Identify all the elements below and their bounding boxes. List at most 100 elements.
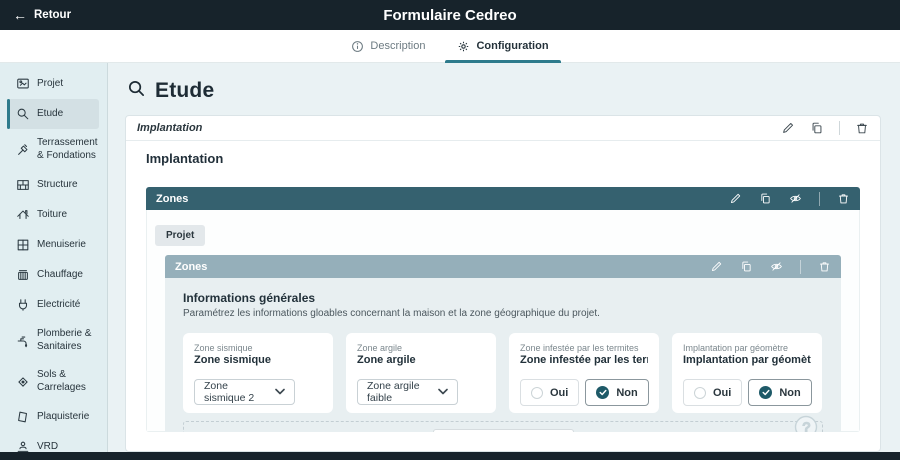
oui-button[interactable]: Oui — [520, 379, 579, 406]
non-button[interactable]: Non — [585, 379, 648, 406]
radio-unselected-icon — [531, 387, 543, 399]
sidebar-item-label: Structure — [37, 179, 78, 192]
zones-outer-card: Zones Projet — [146, 187, 860, 432]
tab-configuration-label: Configuration — [476, 40, 548, 52]
copy-icon[interactable] — [759, 192, 772, 205]
zones-inner-header: Zones — [165, 255, 841, 278]
projet-chip: Projet — [155, 225, 205, 246]
radio-unselected-icon — [694, 387, 706, 399]
edit-icon[interactable] — [781, 121, 795, 135]
zones-outer-body: Projet Zones — [146, 210, 860, 432]
tab-description[interactable]: Description — [335, 30, 441, 62]
sidebar-item-projet[interactable]: Projet — [8, 69, 99, 99]
copy-icon[interactable] — [810, 121, 824, 135]
back-button[interactable]: ← Retour — [13, 8, 71, 22]
plug-icon — [16, 298, 30, 312]
sidebar-item-label: Plaquisterie — [37, 411, 89, 424]
question-label: Zone infestée par les termites — [520, 343, 648, 353]
divider — [819, 192, 820, 206]
zone-sismique-select[interactable]: Zone sismique 2 — [194, 379, 295, 405]
trash-icon[interactable] — [818, 260, 831, 273]
sidebar-item-plaquisterie[interactable]: Plaquisterie — [8, 402, 99, 432]
edit-icon[interactable] — [710, 260, 723, 273]
question-label: Zone sismique — [194, 343, 322, 353]
tab-bar: Description Configuration — [0, 30, 900, 63]
sidebar-item-menuiserie[interactable]: Menuiserie — [8, 230, 99, 260]
sidebar-item-label: Plomberie & Sanitaires — [37, 328, 95, 353]
bottom-bar — [0, 452, 900, 460]
section-title: Etude — [155, 79, 214, 103]
tab-description-label: Description — [370, 40, 425, 52]
option-label: Oui — [550, 387, 568, 399]
select-value: Zone sismique 2 — [204, 380, 269, 404]
main-content: Etude Implantation Implantation Zones — [108, 63, 900, 452]
sidebar-item-label: Projet — [37, 78, 63, 91]
sidebar-item-plomberie[interactable]: Plomberie & Sanitaires — [8, 320, 99, 361]
option-label: Oui — [713, 387, 731, 399]
question-title: Implantation par géomètre — [683, 354, 811, 366]
option-label: Non — [779, 387, 800, 399]
implantation-title: Implantation — [146, 151, 860, 166]
radiator-icon — [16, 268, 30, 282]
implantation-card: Implantation Implantation Zones — [125, 115, 881, 452]
sidebar-item-toiture[interactable]: Toiture — [8, 200, 99, 230]
sidebar-item-vrd[interactable]: VRD — [8, 432, 99, 452]
search-icon — [16, 107, 30, 121]
zones-inner-card: Zones Informations généra — [165, 255, 841, 432]
add-question-button[interactable]: Ajouter une question — [433, 429, 574, 432]
zones-outer-title: Zones — [156, 193, 188, 205]
questions-row: Zone sismique Zone sismique Zone sismiqu… — [183, 333, 823, 413]
non-button[interactable]: Non — [748, 379, 811, 406]
question-title: Zone infestée par les termites — [520, 354, 648, 366]
eye-off-icon[interactable] — [770, 260, 783, 273]
search-icon — [127, 79, 146, 103]
network-icon — [16, 440, 30, 452]
sidebar-item-terrassement[interactable]: Terrassement & Fondations — [8, 129, 99, 170]
sidebar-item-label: VRD — [37, 441, 58, 452]
sidebar-item-label: Menuiserie — [37, 239, 86, 252]
help-bubble-button[interactable]: ? — [792, 414, 820, 432]
question-title: Zone argile — [357, 354, 485, 366]
sidebar-item-structure[interactable]: Structure — [8, 170, 99, 200]
radio-selected-icon — [596, 386, 609, 399]
info-title: Informations générales — [183, 291, 823, 305]
copy-icon[interactable] — [740, 260, 753, 273]
eye-off-icon[interactable] — [789, 192, 802, 205]
question-label: Implantation par géomètre — [683, 343, 811, 353]
roof-icon — [16, 208, 30, 222]
question-card-zone-argile: Zone argile Zone argile Zone argile faib… — [346, 333, 496, 413]
sidebar: Projet Etude Terrassement & Fondations S… — [0, 63, 108, 452]
oui-button[interactable]: Oui — [683, 379, 742, 406]
sidebar-item-etude[interactable]: Etude — [8, 99, 99, 129]
question-label: Zone argile — [357, 343, 485, 353]
blueprint-icon — [16, 77, 30, 91]
trash-icon[interactable] — [855, 121, 869, 135]
faucet-icon — [16, 334, 30, 348]
panel-icon — [16, 410, 30, 424]
back-label: Retour — [34, 9, 71, 21]
option-label: Non — [616, 387, 637, 399]
sidebar-item-chauffage[interactable]: Chauffage — [8, 260, 99, 290]
sidebar-item-sols[interactable]: Sols & Carrelages — [8, 361, 99, 402]
divider — [839, 121, 840, 135]
trash-icon[interactable] — [837, 192, 850, 205]
zone-argile-select[interactable]: Zone argile faible — [357, 379, 458, 405]
divider — [800, 260, 801, 274]
select-value: Zone argile faible — [367, 380, 432, 404]
sidebar-item-electricite[interactable]: Electricité — [8, 290, 99, 320]
back-arrow-icon: ← — [13, 8, 27, 22]
svg-text:?: ? — [803, 419, 811, 432]
zones-outer-header: Zones — [146, 187, 860, 210]
sidebar-item-label: Toiture — [37, 209, 67, 222]
info-subtitle: Paramétrez les informations gloables con… — [183, 308, 823, 319]
sidebar-item-label: Chauffage — [37, 269, 83, 282]
edit-icon[interactable] — [729, 192, 742, 205]
chevron-down-icon — [438, 386, 448, 398]
tab-configuration[interactable]: Configuration — [441, 30, 564, 62]
topbar: ← Retour Formulaire Cedreo — [0, 0, 900, 30]
zones-inner-title: Zones — [175, 261, 207, 273]
window-icon — [16, 238, 30, 252]
sidebar-item-label: Terrassement & Fondations — [37, 137, 98, 162]
gear-icon — [457, 40, 470, 53]
wall-icon — [16, 178, 30, 192]
